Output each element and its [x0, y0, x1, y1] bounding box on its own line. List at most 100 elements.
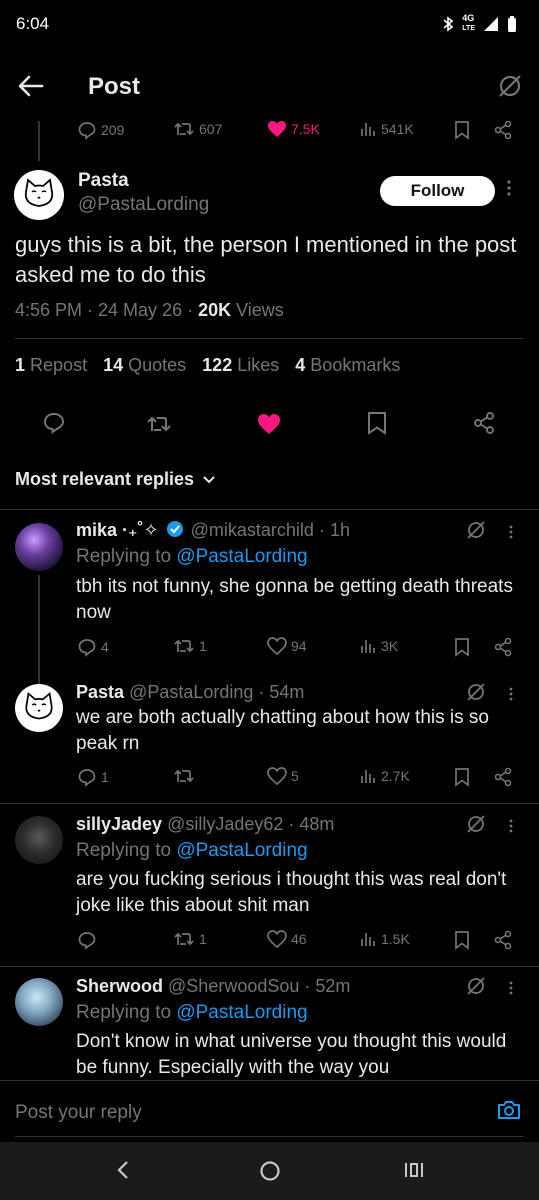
repost-count[interactable]: 1	[173, 930, 207, 948]
tweet-text: guys this is a bit, the person I mention…	[15, 232, 517, 287]
grok-icon[interactable]	[466, 682, 486, 702]
likes-total[interactable]: 122 Likes	[202, 355, 279, 376]
camera-icon	[498, 1101, 520, 1119]
replies-sort-dropdown[interactable]: Most relevant replies	[15, 469, 216, 490]
reply-icon	[78, 122, 96, 140]
reply-count[interactable]	[77, 930, 101, 950]
repost-count[interactable]: 607	[173, 120, 222, 138]
share-icon	[494, 637, 512, 657]
repost-count[interactable]: 1	[173, 637, 207, 655]
like-count[interactable]: 46	[267, 930, 307, 948]
grok-icon[interactable]	[466, 976, 486, 996]
tweet-timestamp[interactable]: 4:56 PM · 24 May 26 ·	[15, 300, 198, 320]
replying-to-link[interactable]: @PastaLording	[176, 546, 307, 567]
avatar[interactable]	[15, 978, 63, 1026]
like-count[interactable]: 94	[267, 637, 307, 655]
repost-count[interactable]	[173, 767, 199, 785]
like-button[interactable]	[257, 413, 281, 435]
header: Post	[0, 55, 539, 121]
nav-back-button[interactable]	[116, 1159, 130, 1181]
reply-stats-row: 1 5 2.7K	[77, 767, 517, 791]
repost-button[interactable]	[146, 413, 172, 435]
divider	[0, 966, 539, 967]
heart-icon	[267, 930, 287, 948]
reply-count[interactable]: 209	[77, 120, 124, 140]
views-count: 20K	[198, 300, 232, 320]
bookmark-button[interactable]	[454, 120, 470, 140]
heart-icon	[267, 637, 287, 655]
reply-icon	[78, 932, 96, 950]
reply-count[interactable]: 4	[77, 637, 109, 657]
avatar[interactable]	[15, 816, 63, 864]
status-time: 6:04	[16, 14, 50, 33]
reply-author-name[interactable]: Pasta	[76, 682, 124, 702]
bookmark-button[interactable]	[367, 411, 387, 435]
avatar[interactable]	[15, 684, 63, 732]
reply-author-handle[interactable]: @mikastarchild · 1h	[191, 520, 350, 540]
reply-button[interactable]	[42, 411, 66, 435]
bookmark-button[interactable]	[454, 930, 470, 950]
divider	[0, 509, 539, 510]
share-button[interactable]	[493, 637, 513, 657]
share-button[interactable]	[493, 767, 513, 787]
share-icon	[494, 930, 512, 950]
bookmark-button[interactable]	[454, 637, 470, 657]
repost-icon	[174, 122, 194, 136]
avatar[interactable]	[14, 170, 64, 220]
like-count[interactable]: 7.5K	[267, 120, 320, 138]
reply-text: Don't know in what universe you thought …	[76, 1031, 507, 1078]
bookmark-icon	[455, 768, 469, 787]
share-button[interactable]	[493, 120, 513, 140]
reply-author-name[interactable]: mika ·₊˚✧	[76, 520, 159, 540]
repost-icon	[174, 932, 194, 946]
tweet-actions	[0, 405, 539, 441]
reply-text: are you fucking serious i thought this w…	[76, 869, 507, 916]
camera-button[interactable]	[496, 1099, 522, 1121]
author-handle[interactable]: @PastaLording	[78, 194, 209, 216]
heart-filled-icon	[268, 121, 286, 137]
reply-author-handle[interactable]: @PastaLording · 54m	[129, 682, 304, 702]
divider	[15, 338, 524, 339]
nav-home-button[interactable]	[258, 1159, 282, 1183]
page-title: Post	[88, 73, 141, 100]
replying-to-link[interactable]: @PastaLording	[176, 1002, 307, 1023]
more-options-icon[interactable]	[509, 687, 513, 701]
grok-icon[interactable]	[497, 73, 523, 99]
replying-to-link[interactable]: @PastaLording	[176, 840, 307, 861]
quotes-total[interactable]: 14 Quotes	[103, 355, 186, 376]
avatar[interactable]	[15, 523, 63, 571]
reply-author-name[interactable]: Sherwood	[76, 976, 163, 996]
author-name[interactable]: Pasta	[78, 170, 129, 192]
views-label: Views	[231, 300, 284, 320]
repost-icon	[174, 769, 194, 783]
grok-icon[interactable]	[466, 520, 486, 540]
more-options-icon[interactable]	[509, 981, 513, 995]
more-options-icon[interactable]	[509, 819, 513, 833]
view-count[interactable]: 1.5K	[359, 930, 410, 948]
bookmark-button[interactable]	[454, 767, 470, 787]
reply-header: Sherwood @SherwoodSou · 52m	[76, 976, 350, 997]
more-options-icon[interactable]	[507, 180, 511, 196]
reply-composer[interactable]: Post your reply	[0, 1080, 539, 1139]
view-count[interactable]: 541K	[359, 120, 414, 138]
reply-author-handle[interactable]: @SherwoodSou · 52m	[168, 976, 350, 996]
more-options-icon[interactable]	[509, 525, 513, 539]
share-button[interactable]	[472, 411, 496, 435]
reply-input[interactable]: Post your reply	[15, 1102, 142, 1124]
nav-recents-button[interactable]	[403, 1159, 425, 1181]
share-button[interactable]	[493, 930, 513, 950]
recent-apps-icon	[405, 1163, 423, 1177]
chevron-left-icon	[117, 1161, 128, 1179]
like-count[interactable]: 5	[267, 767, 299, 785]
reply-author-name[interactable]: sillyJadey	[76, 814, 162, 834]
bookmarks-total[interactable]: 4 Bookmarks	[295, 355, 400, 376]
view-count[interactable]: 2.7K	[359, 767, 410, 785]
reply-count[interactable]: 1	[77, 767, 109, 787]
grok-icon[interactable]	[466, 814, 486, 834]
reply-author-handle[interactable]: @sillyJadey62 · 48m	[167, 814, 334, 834]
bookmark-icon	[455, 121, 469, 140]
follow-button[interactable]: Follow	[380, 176, 495, 206]
back-button[interactable]	[18, 75, 52, 101]
view-count[interactable]: 3K	[359, 637, 398, 655]
repost-total[interactable]: 1 Repost	[15, 355, 87, 376]
